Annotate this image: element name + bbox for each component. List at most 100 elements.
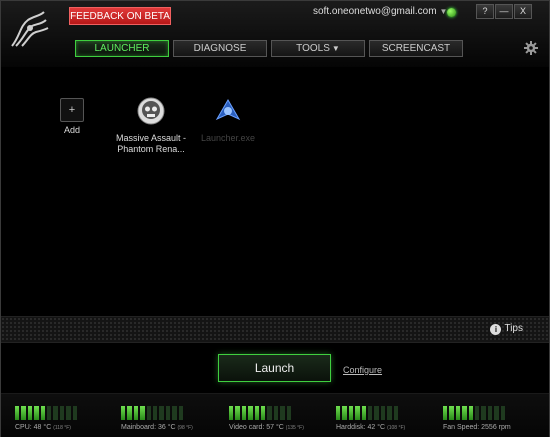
tab-tools[interactable]: TOOLS ▼	[271, 40, 365, 57]
meter-segment	[280, 406, 285, 420]
tab-screencast[interactable]: SCREENCAST	[369, 40, 463, 57]
sensor-harddisk: Harddisk: 42 °C (108 °F)	[336, 406, 405, 431]
meter-segment	[355, 406, 360, 420]
minimize-button[interactable]: —	[495, 4, 513, 19]
add-app-button[interactable]: + Add	[32, 98, 112, 136]
meter-segment	[159, 406, 164, 420]
meter-segment	[443, 406, 448, 420]
meter-segment	[254, 406, 260, 420]
sensor-label: Fan Speed: 2556 rpm	[443, 424, 511, 431]
app-label: Launcher.exe	[200, 133, 256, 143]
app-tile-launcher[interactable]: Launcher.exe	[188, 97, 268, 144]
sensor-sub: (135 °F)	[285, 425, 304, 431]
feedback-button[interactable]: FEEDBACK ON BETA	[69, 7, 171, 25]
tips-button[interactable]: i Tips	[490, 323, 523, 335]
meter-segment	[40, 406, 46, 420]
skull-game-icon	[137, 97, 165, 125]
meter-segment	[15, 406, 20, 420]
meter-segment	[66, 406, 71, 420]
meter-segment	[368, 406, 373, 420]
meter-segment	[165, 406, 171, 420]
meter-segment	[475, 406, 480, 420]
meter-segment	[380, 406, 386, 420]
meter-segment	[59, 406, 65, 420]
meter-segment	[494, 406, 499, 420]
launcher-icon	[215, 99, 241, 121]
meter-segment	[229, 406, 234, 420]
app-window: FEEDBACK ON BETA soft.oneonetwo@gmail.co…	[0, 0, 550, 437]
meter-segment	[72, 406, 78, 420]
meter-segment	[393, 406, 399, 420]
tab-diagnose[interactable]: DIAGNOSE	[173, 40, 267, 57]
sensor-meter	[443, 406, 506, 420]
tips-label: Tips	[504, 323, 523, 334]
account-menu[interactable]: soft.oneonetwo@gmail.com ▼	[313, 6, 447, 17]
sensor-sub: (98 °F)	[177, 425, 193, 431]
meter-segment	[487, 406, 493, 420]
meter-segment	[146, 406, 152, 420]
meter-segment	[374, 406, 379, 420]
meter-segment	[133, 406, 139, 420]
info-icon: i	[490, 324, 502, 335]
meter-segment	[235, 406, 240, 420]
meter-segment	[468, 406, 474, 420]
app-label-line1: Massive Assault -	[115, 133, 187, 143]
meter-segment	[261, 406, 266, 420]
meter-segment	[34, 406, 39, 420]
razer-logo-icon	[11, 11, 49, 47]
sensor-label: CPU: 48 °C	[15, 424, 52, 431]
meter-segment	[267, 406, 272, 420]
meter-segment	[462, 406, 467, 420]
meter-segment	[455, 406, 461, 420]
sensor-meter	[229, 406, 292, 420]
meter-segment	[348, 406, 354, 420]
meter-segment	[248, 406, 253, 420]
meter-segment	[178, 406, 184, 420]
plus-icon: +	[60, 98, 84, 122]
meter-segment	[153, 406, 158, 420]
meter-segment	[21, 406, 26, 420]
meter-segment	[481, 406, 486, 420]
meter-segment	[387, 406, 392, 420]
meter-segment	[286, 406, 292, 420]
sensor-label: Harddisk: 42 °C	[336, 424, 386, 431]
app-label-line2: Phantom Rena...	[117, 144, 185, 154]
meter-segment	[241, 406, 247, 420]
sensor-meter	[15, 406, 78, 420]
app-tile-massive-assault[interactable]: Massive Assault - Phantom Rena...	[111, 97, 191, 155]
launch-button[interactable]: Launch	[218, 354, 331, 382]
tab-launcher[interactable]: LAUNCHER	[75, 40, 169, 57]
gear-icon[interactable]	[524, 41, 538, 55]
app-label: Add	[63, 125, 80, 135]
sensor-sub: (108 °F)	[387, 425, 406, 431]
sensor-meter	[121, 406, 184, 420]
account-email: soft.oneonetwo@gmail.com	[313, 6, 437, 17]
sensor-label: Mainboard: 36 °C	[121, 424, 176, 431]
meter-segment	[449, 406, 454, 420]
configure-link[interactable]: Configure	[343, 365, 382, 375]
meter-segment	[127, 406, 132, 420]
online-status-icon	[447, 8, 456, 17]
sensor-video-card: Video card: 57 °C (135 °F)	[229, 406, 304, 431]
help-button[interactable]: ?	[476, 4, 494, 19]
sensor-label: Video card: 57 °C	[229, 424, 284, 431]
meter-segment	[121, 406, 126, 420]
meter-segment	[500, 406, 506, 420]
close-button[interactable]: X	[514, 4, 532, 19]
meter-segment	[342, 406, 347, 420]
meter-segment	[273, 406, 279, 420]
meter-segment	[47, 406, 52, 420]
tab-tools-label: TOOLS	[296, 43, 330, 54]
sensor-sub: (118 °F)	[53, 425, 71, 431]
sensor-fan-speed: Fan Speed: 2556 rpm	[443, 406, 511, 431]
sensor-cpu: CPU: 48 °C (118 °F)	[15, 406, 78, 431]
meter-segment	[53, 406, 58, 420]
system-monitor-footer: CPU: 48 °C (118 °F) Mainboard: 36 °C (98…	[1, 393, 549, 437]
meter-segment	[172, 406, 177, 420]
sensor-meter	[336, 406, 399, 420]
meter-segment	[336, 406, 341, 420]
meter-segment	[140, 406, 145, 420]
sensor-mainboard: Mainboard: 36 °C (98 °F)	[121, 406, 193, 431]
meter-segment	[361, 406, 367, 420]
dropdown-arrow-icon: ▼	[331, 44, 340, 53]
